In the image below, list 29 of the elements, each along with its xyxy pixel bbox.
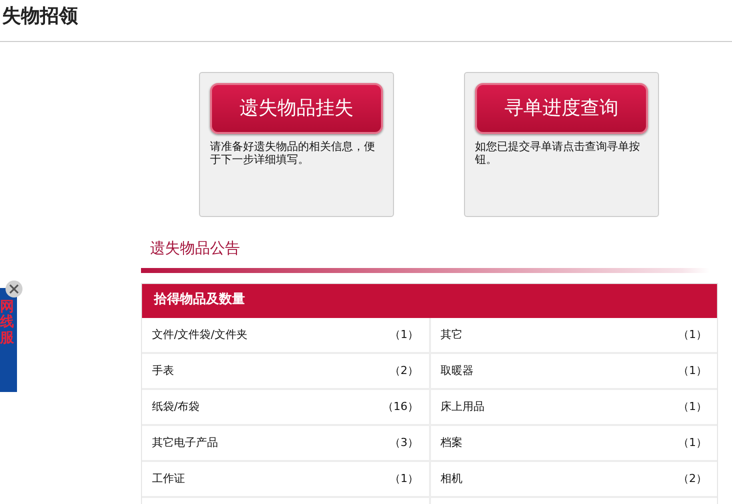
item-name: 手表 [152,362,174,379]
item-count: （1） [678,434,707,451]
item-name: 档案 [440,434,462,451]
item-count: （3） [390,434,418,451]
item-name: 其它电子产品 [152,434,218,451]
action-button[interactable]: 寻单进度查询 [475,83,648,134]
section-heading: 遗失物品公告 [150,238,240,259]
table-header: 拾得物品及数量 [142,284,717,318]
item-name: 文件/文件袋/文件夹 [152,326,248,343]
item-name: 其它 [440,326,462,343]
description-text: 如您已提交寻单请点击查询寻单按钮。 [475,140,641,166]
close-icon[interactable] [5,280,23,298]
item-count: （1） [390,326,418,343]
item-count: （1） [678,326,707,343]
item-count: （2） [390,362,418,379]
action-button[interactable]: 遗失物品挂失 [210,83,383,134]
item-name: 取暖器 [440,362,474,379]
item-count: （1） [390,470,418,487]
description-text: 请准备好遗失物品的相关信息，便于下一步详细填写。 [210,140,376,166]
item-name: 床上用品 [440,398,484,415]
item-count: （2） [678,470,707,487]
item-name: 相机 [440,470,462,487]
item-count: （1） [678,362,707,379]
item-count: （16） [382,398,418,415]
item-name: 工作证 [152,470,185,487]
item-name: 纸袋/布袋 [152,398,200,415]
ad-text: 网线服 [0,300,14,346]
item-count: （1） [678,398,707,415]
page-title: 失物招领 [0,0,732,42]
